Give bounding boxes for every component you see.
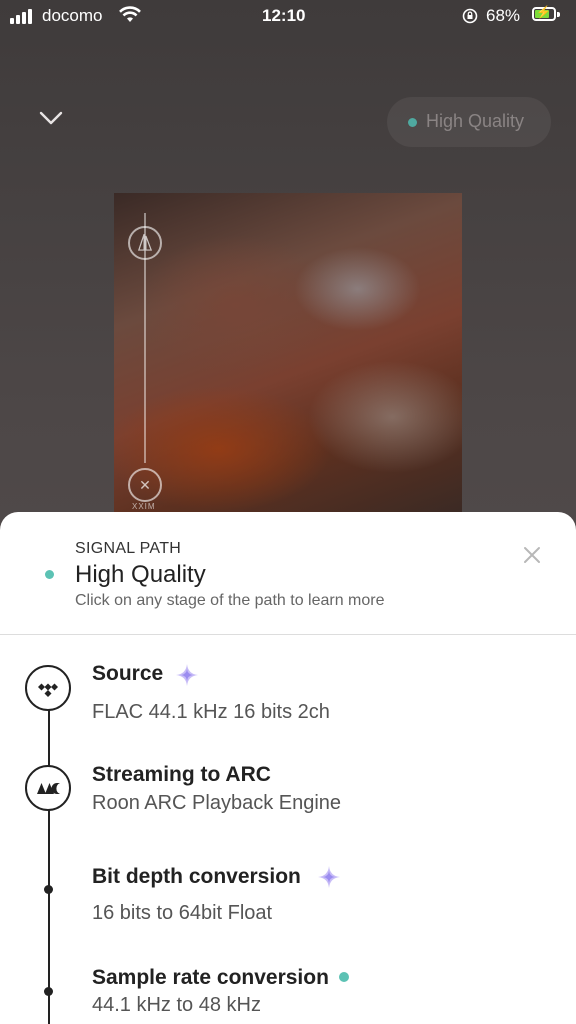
sheet-eyebrow: SIGNAL PATH (75, 540, 182, 557)
tidal-icon[interactable] (25, 665, 71, 711)
status-time: 12:10 (262, 6, 306, 25)
stage-source-title[interactable]: Source (92, 662, 163, 686)
chevron-down-icon[interactable] (38, 110, 64, 126)
stage-source-detail: FLAC 44.1 kHz 16 bits 2ch (92, 701, 330, 723)
path-node (44, 987, 53, 996)
quality-dot (45, 570, 54, 579)
stage-streaming-title[interactable]: Streaming to ARC (92, 763, 271, 787)
status-bar: docomo 12:10 68% ⚡ (0, 0, 576, 34)
quality-pill-button[interactable]: High Quality (387, 97, 551, 147)
arc-icon[interactable] (25, 765, 71, 811)
signal-path-line (48, 697, 50, 1024)
stage-samplerate-title[interactable]: Sample rate conversion (92, 966, 329, 990)
wifi-icon (119, 6, 141, 22)
album-art-label: XXIM (132, 502, 156, 511)
quality-pill-label: High Quality (426, 111, 525, 131)
charging-icon: ⚡ (536, 5, 551, 19)
cell-signal-icon (10, 8, 36, 24)
stage-bitdepth-title[interactable]: Bit depth conversion (92, 865, 301, 889)
close-icon[interactable] (521, 544, 543, 566)
divider (0, 634, 576, 635)
carrier-name: docomo (42, 6, 103, 25)
stage-samplerate-detail: 44.1 kHz to 48 kHz (92, 994, 261, 1016)
rotation-lock-icon (462, 8, 478, 24)
sheet-subtitle: Click on any stage of the path to learn … (75, 592, 385, 609)
quality-dot (339, 972, 349, 982)
stage-streaming-detail: Roon ARC Playback Engine (92, 792, 342, 814)
path-node (44, 885, 53, 894)
signal-path-sheet: SIGNAL PATH High Quality Click on any st… (0, 512, 576, 1024)
sail-logo-icon (128, 226, 162, 260)
sheet-title: High Quality (75, 561, 206, 588)
stage-bitdepth-detail: 16 bits to 64bit Float (92, 902, 273, 924)
battery-percent: 68% (486, 6, 521, 25)
quality-dot (408, 118, 417, 127)
battery-tip (557, 12, 560, 17)
label-logo-icon: ✕ (128, 468, 162, 502)
album-art: ✕ XXIM (114, 193, 462, 513)
sparkle-icon (318, 866, 340, 888)
sparkle-icon (176, 664, 198, 686)
